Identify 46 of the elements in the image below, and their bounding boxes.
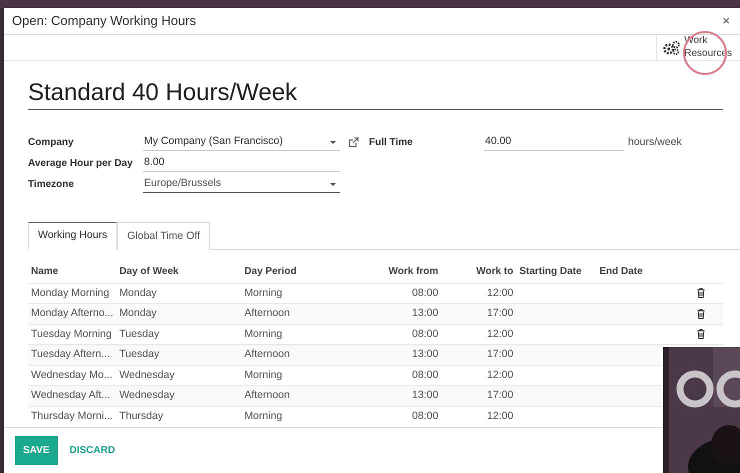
field-label: Full Time — [369, 136, 414, 150]
trash-icon[interactable] — [697, 288, 705, 298]
external-link-icon[interactable] — [348, 137, 359, 148]
select-field[interactable]: Europe/Brussels — [143, 176, 340, 194]
table-cell: Tuesday Aftern... — [28, 344, 116, 366]
tab[interactable]: Global Time Off — [117, 222, 210, 250]
table-cell: Wednesday — [116, 386, 242, 406]
select-field[interactable]: My Company (San Francisco) — [143, 134, 340, 152]
table-cell: Monday — [116, 304, 242, 324]
dialog-title: Open: Company Working Hours — [12, 12, 196, 30]
table-cell: 13:00 — [341, 344, 442, 366]
table-cell: Thursday — [116, 406, 242, 427]
tab[interactable]: Working Hours — [28, 222, 118, 250]
table-cell: Afternoon — [241, 344, 342, 366]
table-cell: 13:00 — [341, 304, 442, 324]
table-cell: Wednesday Aft... — [28, 386, 116, 406]
table-cell: Afternoon — [241, 386, 342, 406]
field-label: Company — [28, 136, 75, 150]
column-header[interactable]: End Date — [596, 262, 676, 284]
table-cell: Morning — [241, 406, 342, 427]
trash-icon[interactable] — [697, 329, 705, 340]
table-cell: 13:00 — [341, 386, 442, 406]
field-label: Timezone — [28, 178, 75, 192]
close-button[interactable]: × — [722, 14, 730, 28]
table-cell: 17:00 — [441, 304, 516, 324]
table-cell: Thursday Morni... — [28, 406, 116, 427]
column-header[interactable]: Starting Date — [516, 262, 596, 284]
input-field[interactable]: 40.00 — [484, 134, 624, 152]
column-header[interactable]: Day of Week — [116, 262, 242, 284]
table-cell: 12:00 — [441, 406, 516, 427]
trash-icon[interactable] — [697, 308, 705, 319]
table-cell: 17:00 — [441, 386, 516, 406]
column-header[interactable]: Work to — [441, 262, 516, 284]
record-name: Standard 40 Hours/Week — [28, 79, 723, 110]
column-header[interactable]: Name — [28, 262, 116, 284]
unit-label: hours/week — [628, 134, 682, 150]
column-header[interactable]: Day Period — [241, 262, 342, 284]
table-cell: Tuesday — [116, 344, 242, 366]
table-cell: Monday Afterno... — [28, 304, 116, 324]
table-cell: 17:00 — [441, 344, 516, 366]
table-cell: 08:00 — [341, 406, 442, 427]
field-label: Average Hour per Day — [28, 157, 134, 172]
gears-icon — [663, 40, 680, 56]
input-field[interactable]: 8.00 — [143, 155, 340, 172]
table-cell: Afternoon — [241, 304, 342, 324]
column-header[interactable]: Work from — [341, 262, 442, 284]
